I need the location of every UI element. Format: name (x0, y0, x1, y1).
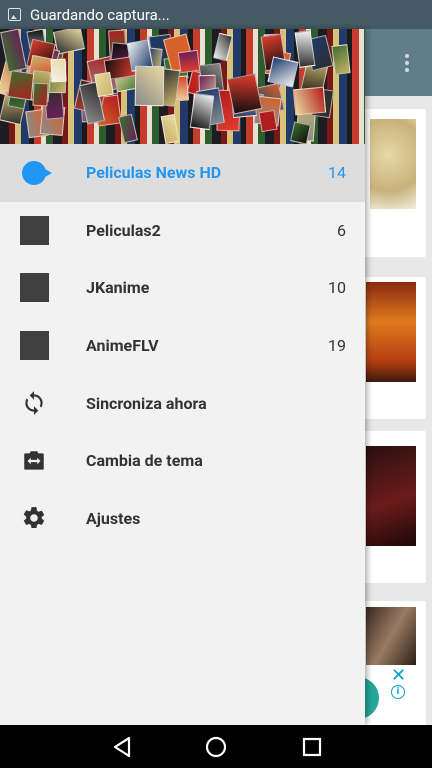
poster-tile (213, 32, 233, 62)
drawer-item-label: Sincroniza ahora (86, 393, 207, 413)
content-card[interactable] (360, 277, 426, 419)
poster-image (370, 119, 416, 209)
drawer-item-settings[interactable]: Ajustes (0, 490, 365, 548)
square-icon (19, 273, 49, 303)
poster-tile (267, 56, 299, 88)
drawer-item-count: 10 (328, 278, 346, 298)
ad-info-icon[interactable]: i (391, 685, 405, 699)
system-nav-bar (0, 725, 432, 768)
drawer-item-peliculas-news-hd[interactable]: Peliculas News HD 14 (0, 144, 365, 202)
ad-close-icon[interactable]: ✕ (391, 665, 406, 686)
poster-image (366, 607, 416, 665)
recents-icon[interactable] (292, 725, 332, 768)
content-card[interactable] (360, 431, 426, 583)
square-icon (19, 331, 49, 361)
poster-image (366, 282, 416, 382)
chat-bubble-icon (19, 158, 52, 188)
more-vert-icon[interactable] (404, 54, 410, 74)
drawer-item-animeflv[interactable]: AnimeFLV 19 (0, 317, 365, 375)
content-card[interactable] (360, 109, 426, 257)
status-bar: Guardando captura... (0, 0, 432, 29)
sync-icon (19, 388, 49, 418)
poster-tile (50, 58, 67, 83)
poster-image (366, 446, 416, 546)
drawer-item-label: JKanime (86, 278, 150, 298)
navigation-drawer: Peliculas News HD 14 Peliculas2 6 JKanim… (0, 29, 365, 725)
drawer-item-count: 6 (337, 220, 346, 240)
drawer-header-image (0, 29, 365, 144)
drawer-item-jkanime[interactable]: JKanime 10 (0, 259, 365, 317)
drawer-item-label: Peliculas2 (86, 220, 161, 240)
poster-tile (258, 109, 278, 133)
poster-tile (118, 113, 138, 144)
settings-icon (19, 503, 49, 533)
drawer-menu: Peliculas News HD 14 Peliculas2 6 JKanim… (0, 144, 365, 547)
drawer-item-peliculas2[interactable]: Peliculas2 6 (0, 202, 365, 260)
poster-tile (331, 44, 351, 75)
poster-tile (226, 73, 263, 115)
drawer-item-label: Cambia de tema (86, 451, 203, 471)
drawer-item-label: AnimeFLV (86, 336, 159, 356)
drawer-item-count: 19 (328, 336, 346, 356)
notification-text: Guardando captura... (30, 5, 170, 24)
poster-tile (160, 114, 180, 144)
poster-tile (292, 86, 327, 116)
drawer-item-label: Peliculas News HD (86, 163, 222, 183)
home-icon[interactable] (196, 725, 236, 768)
back-icon[interactable] (102, 725, 142, 768)
poster-tile (32, 82, 49, 107)
screenshot-icon (8, 8, 21, 21)
poster-tile (134, 65, 165, 107)
square-icon (19, 215, 49, 245)
drawer-item-sync-now[interactable]: Sincroniza ahora (0, 374, 365, 432)
theme-icon (19, 446, 49, 476)
drawer-item-label: Ajustes (86, 508, 141, 528)
drawer-item-change-theme[interactable]: Cambia de tema (0, 432, 365, 490)
poster-tile (177, 49, 201, 74)
drawer-item-count: 14 (328, 163, 346, 183)
